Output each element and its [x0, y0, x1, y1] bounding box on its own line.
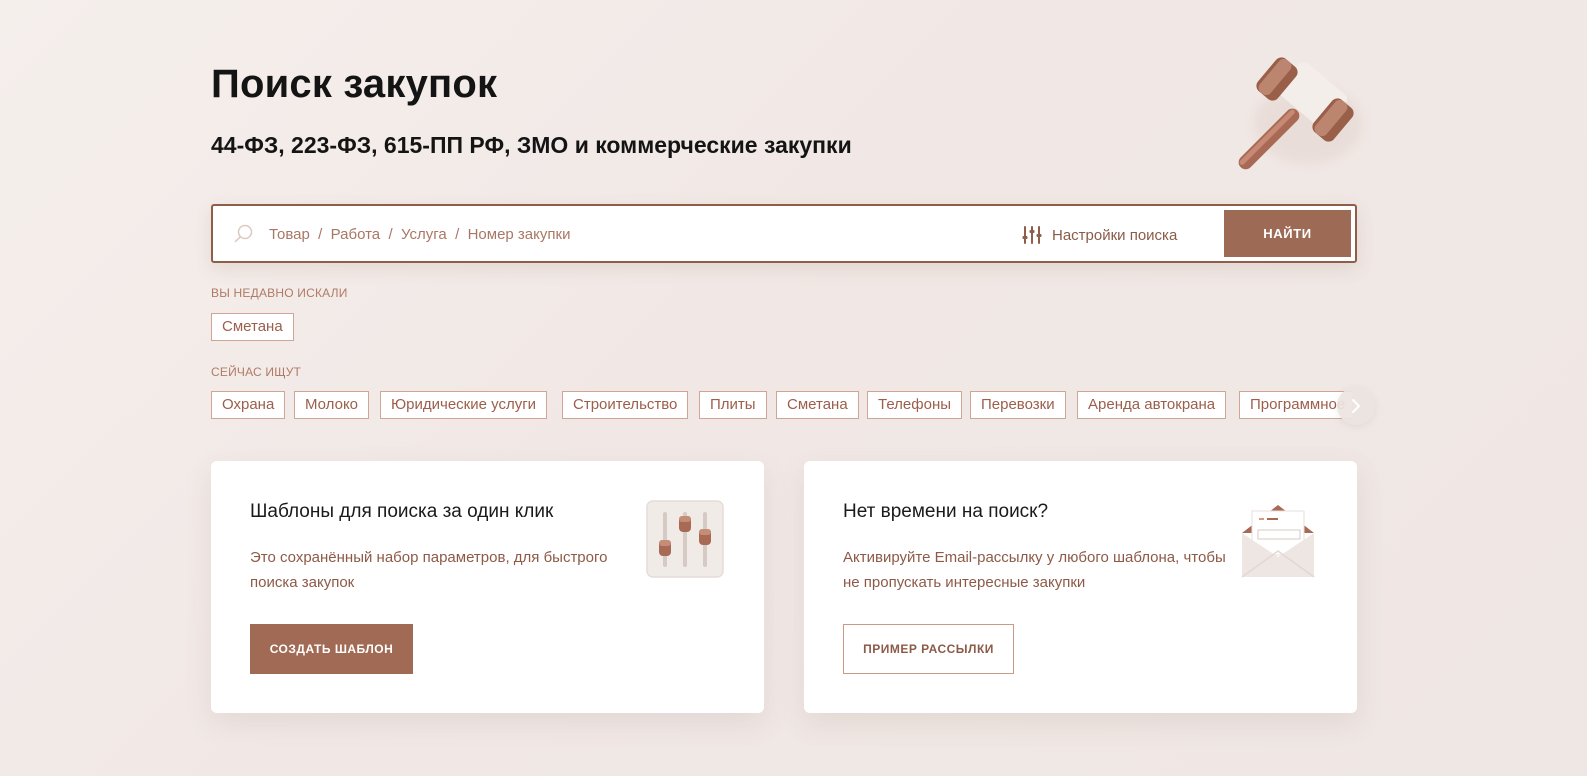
- mailing-example-button[interactable]: ПРИМЕР РАССЫЛКИ: [843, 624, 1014, 674]
- trending-tags: Охрана Молоко Юридические услуги Строите…: [211, 391, 1352, 421]
- trending-tag[interactable]: Строительство: [562, 391, 689, 419]
- trending-tag[interactable]: Плиты: [699, 391, 767, 419]
- trending-tag[interactable]: Программное: [1239, 391, 1352, 419]
- page-subtitle: 44-ФЗ, 223-ФЗ, 615-ПП РФ, ЗМО и коммерче…: [211, 132, 852, 158]
- trending-tag[interactable]: Молоко: [294, 391, 370, 419]
- sliders-icon: [1022, 226, 1042, 244]
- trending-searches-label: СЕЙЧАС ИЩУТ: [211, 365, 302, 379]
- templates-card-text: Это сохранённый набор параметров, для бы…: [250, 549, 608, 591]
- trending-tag[interactable]: Аренда автокрана: [1077, 391, 1227, 419]
- templates-card: Шаблоны для поиска за один клик Это сохр…: [211, 461, 764, 713]
- trending-tag[interactable]: Перевозки: [970, 391, 1066, 419]
- trending-tag[interactable]: Телефоны: [867, 391, 963, 419]
- search-bar: Настройки поиска НАЙТИ: [211, 204, 1357, 263]
- page: Поиск закупок 44-ФЗ, 223-ФЗ, 615-ПП РФ, …: [0, 0, 1587, 776]
- chevron-right-icon: [1352, 399, 1360, 413]
- mailing-card-title: Нет времени на поиск?: [843, 501, 1049, 522]
- gavel-icon: [1238, 57, 1363, 170]
- search-icon: [234, 224, 253, 243]
- templates-card-title: Шаблоны для поиска за один клик: [250, 501, 554, 522]
- mailing-card-text: Активируйте Email-рассылку у любого шабл…: [843, 549, 1226, 591]
- search-submit-button[interactable]: НАЙТИ: [1224, 210, 1351, 257]
- mailing-card: Нет времени на поиск? Активируйте Email-…: [804, 461, 1357, 713]
- search-settings-link[interactable]: Настройки поиска: [1022, 224, 1177, 246]
- envelope-icon: [1241, 505, 1315, 578]
- search-input[interactable]: [269, 218, 969, 250]
- trending-next-button[interactable]: [1337, 387, 1375, 425]
- create-template-button[interactable]: СОЗДАТЬ ШАБЛОН: [250, 624, 413, 674]
- equalizer-icon: [646, 500, 724, 578]
- page-title: Поиск закупок: [211, 62, 498, 106]
- recent-tag[interactable]: Сметана: [211, 313, 294, 341]
- trending-tag[interactable]: Сметана: [776, 391, 859, 419]
- search-settings-label: Настройки поиска: [1052, 226, 1178, 244]
- recent-searches-label: ВЫ НЕДАВНО ИСКАЛИ: [211, 286, 348, 300]
- trending-tag[interactable]: Юридические услуги: [380, 391, 548, 419]
- trending-tag[interactable]: Охрана: [211, 391, 286, 419]
